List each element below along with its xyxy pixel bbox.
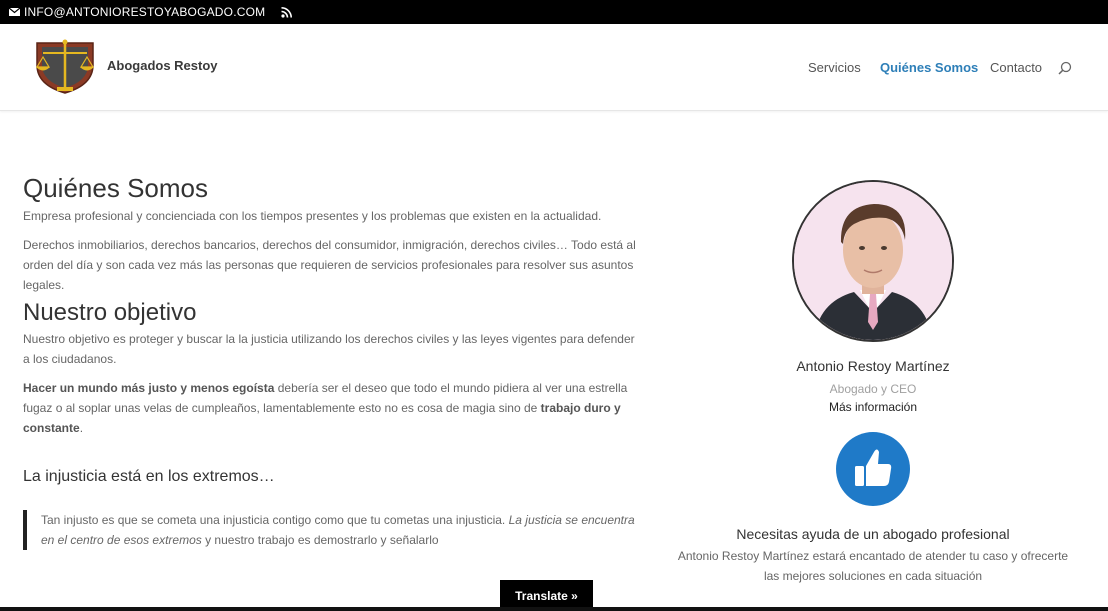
thumbs-up-badge [836, 432, 910, 506]
profile-name: Antonio Restoy Martínez [796, 358, 950, 374]
profile-role: Abogado y CEO [829, 382, 917, 396]
quote-text-b: y nuestro trabajo es demostrarlo y señal… [201, 533, 439, 547]
quote-text-a: Tan injusto es que se cometa una injusti… [41, 513, 509, 527]
help-text: Antonio Restoy Martínez estará encantado… [677, 549, 1069, 583]
intro-paragraph: Empresa profesional y concienciada con l… [23, 209, 602, 223]
search-icon[interactable] [1058, 61, 1072, 75]
brand-name[interactable]: Abogados Restoy [107, 58, 218, 73]
injustice-heading: La injusticia está en los extremos… [23, 468, 275, 485]
top-bar: INFO@ANTONIORESTOYABOGADO.COM [0, 0, 1108, 24]
portrait-image [794, 182, 952, 340]
world-paragraph: Hacer un mundo más justo y menos egoísta… [23, 378, 643, 438]
page-title: Quiénes Somos [23, 173, 208, 203]
rss-icon[interactable] [281, 6, 293, 18]
main-content: Quiénes Somos Empresa profesional y conc… [23, 172, 643, 550]
mail-icon [9, 8, 20, 16]
injustice-quote: Tan injusto es que se cometa una injusti… [23, 510, 643, 550]
world-end: . [79, 421, 84, 435]
profile-card: Antonio Restoy Martínez Abogado y CEO Má… [676, 180, 1070, 586]
contact-email: INFO@ANTONIORESTOYABOGADO.COM [24, 5, 266, 19]
objective-heading: Nuestro objetivo [23, 299, 197, 326]
avatar [792, 180, 954, 342]
help-heading: Necesitas ayuda de un abogado profesiona… [736, 526, 1010, 542]
rights-paragraph: Derechos inmobiliarios, derechos bancari… [23, 238, 636, 292]
bottom-divider [0, 607, 1108, 611]
nav-quienes-somos[interactable]: Quiénes Somos [880, 60, 978, 75]
world-emphasis: Hacer un mundo más justo y menos egoísta [23, 381, 275, 395]
site-header: Abogados Restoy Servicios Quiénes Somos … [0, 24, 1108, 111]
thumbs-up-icon [855, 449, 892, 486]
contact-email-link[interactable]: INFO@ANTONIORESTOYABOGADO.COM [9, 5, 265, 19]
nav-servicios[interactable]: Servicios [808, 60, 861, 75]
more-info-link[interactable]: Más información [676, 400, 1070, 414]
scales-of-justice-logo[interactable] [33, 37, 97, 95]
objective-paragraph: Nuestro objetivo es proteger y buscar la… [23, 332, 635, 366]
nav-contacto[interactable]: Contacto [990, 60, 1042, 75]
